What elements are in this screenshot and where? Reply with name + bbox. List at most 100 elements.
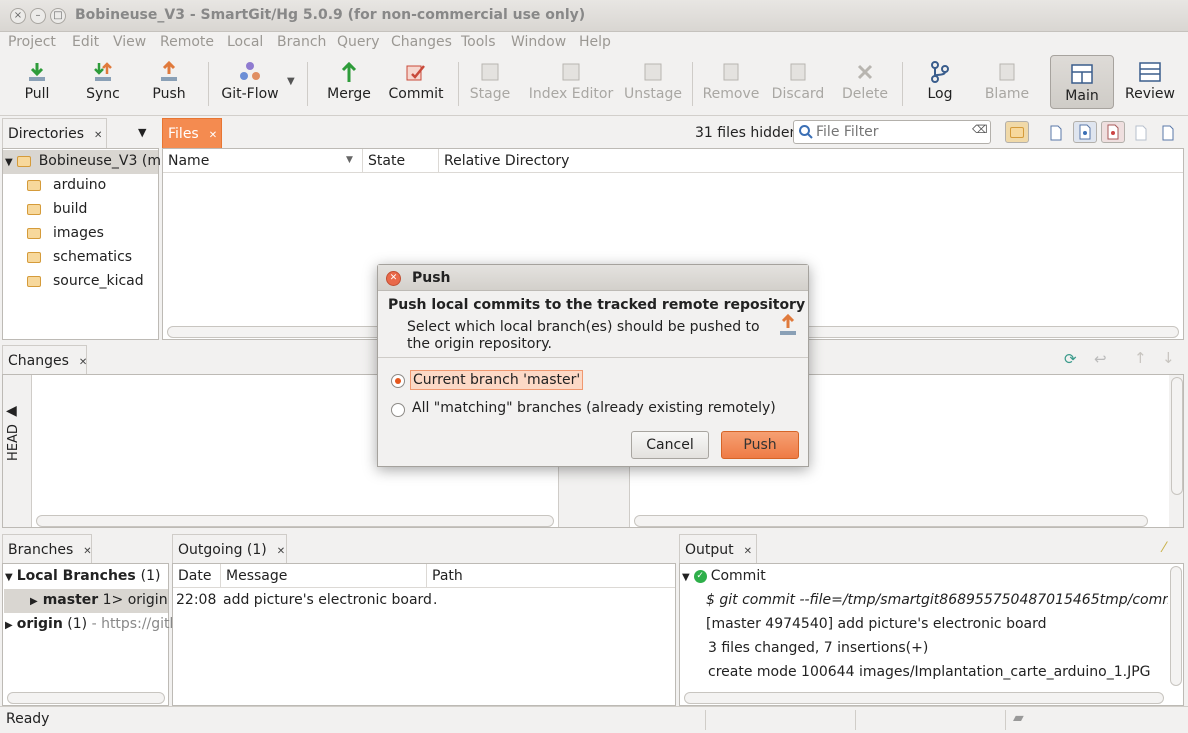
column-date[interactable]: Date bbox=[173, 564, 221, 588]
file-filter-input[interactable] bbox=[816, 122, 966, 142]
remove-button[interactable]: Remove bbox=[702, 58, 760, 114]
local-branches-node[interactable]: ▼ Local Branches (1) bbox=[3, 565, 160, 589]
close-window-button[interactable]: × bbox=[10, 8, 26, 24]
show-ignored-files-icon[interactable] bbox=[1133, 125, 1149, 141]
close-tab-icon[interactable]: ✕ bbox=[744, 546, 752, 557]
menu-changes[interactable]: Changes bbox=[391, 34, 452, 50]
undo-icon[interactable]: ↩ bbox=[1094, 350, 1107, 368]
stage-button[interactable]: Stage bbox=[468, 58, 512, 114]
git-flow-button[interactable]: Git-Flow bbox=[218, 58, 282, 114]
blame-button[interactable]: Blame bbox=[980, 58, 1034, 114]
index-editor-button[interactable]: Index Editor bbox=[528, 58, 614, 114]
close-tab-icon[interactable]: ✕ bbox=[79, 357, 87, 368]
expand-arrow-icon[interactable]: ▼ bbox=[682, 572, 690, 583]
pull-button[interactable]: Pull bbox=[14, 58, 60, 114]
refresh-icon[interactable]: ⟳ bbox=[1064, 350, 1077, 368]
menu-edit[interactable]: Edit bbox=[72, 34, 99, 50]
cancel-button[interactable]: Cancel bbox=[631, 431, 709, 459]
unstage-button[interactable]: Unstage bbox=[624, 58, 682, 114]
expand-arrow-icon[interactable]: ▶ bbox=[30, 596, 38, 607]
show-modified-files-toggle[interactable] bbox=[1073, 121, 1097, 143]
radio-current-branch[interactable] bbox=[391, 374, 405, 388]
merge-button[interactable]: Merge bbox=[322, 58, 376, 114]
directory-item[interactable]: arduino bbox=[3, 174, 106, 198]
menu-view[interactable]: View bbox=[113, 34, 146, 50]
menu-local[interactable]: Local bbox=[227, 34, 263, 50]
dialog-title-bar: ✕ Push bbox=[378, 265, 808, 291]
menu-branch[interactable]: Branch bbox=[277, 34, 326, 50]
column-relative-directory[interactable]: Relative Directory bbox=[439, 149, 1183, 173]
push-icon bbox=[161, 60, 177, 81]
tab-output[interactable]: Output ✕ bbox=[679, 534, 757, 564]
option-matching-branches[interactable]: All "matching" branches (already existin… bbox=[390, 399, 790, 421]
menu-window[interactable]: Window bbox=[511, 34, 566, 50]
menu-help[interactable]: Help bbox=[579, 34, 611, 50]
push-icon bbox=[780, 313, 796, 335]
branches-scrollbar[interactable] bbox=[7, 692, 165, 704]
expand-arrow-icon[interactable]: ▶ bbox=[5, 620, 13, 631]
expand-arrow-icon[interactable]: ▼ bbox=[5, 572, 13, 583]
menu-query[interactable]: Query bbox=[337, 34, 380, 50]
directory-item[interactable]: images bbox=[3, 222, 104, 246]
close-tab-icon[interactable]: ✕ bbox=[209, 130, 217, 141]
close-tab-icon[interactable]: ✕ bbox=[277, 546, 285, 557]
clear-filter-icon[interactable]: ⌫ bbox=[972, 123, 988, 136]
close-tab-icon[interactable]: ✕ bbox=[94, 130, 102, 141]
output-group-commit[interactable]: ▼ ✓ Commit bbox=[680, 565, 766, 589]
option-current-branch[interactable]: Current branch 'master' bbox=[390, 370, 590, 392]
dialog-close-button[interactable]: ✕ bbox=[386, 271, 401, 286]
column-name[interactable]: Name ▼ bbox=[163, 149, 363, 173]
table-row[interactable]: 22:08 add picture's electronic board . bbox=[173, 589, 675, 613]
menu-tools[interactable]: Tools bbox=[461, 34, 496, 50]
push-button[interactable]: Push bbox=[721, 431, 799, 459]
git-flow-dropdown-icon[interactable]: ▼ bbox=[287, 76, 295, 87]
log-icon bbox=[931, 61, 949, 83]
left-editor-scrollbar[interactable] bbox=[36, 515, 554, 527]
tab-directories[interactable]: Directories ✕ bbox=[2, 118, 107, 148]
branch-master[interactable]: ▶ master 1> origin bbox=[4, 589, 168, 613]
review-perspective-button[interactable]: Review bbox=[1122, 58, 1178, 114]
show-assumed-unchanged-files-icon[interactable] bbox=[1160, 125, 1176, 141]
right-editor-scrollbar[interactable] bbox=[634, 515, 1148, 527]
changes-vertical-scrollbar[interactable] bbox=[1171, 377, 1183, 495]
discard-button[interactable]: Discard bbox=[770, 58, 826, 114]
previous-change-icon[interactable]: ↑ bbox=[1134, 349, 1147, 367]
directory-item[interactable]: build bbox=[3, 198, 87, 222]
expand-left-icon[interactable]: ◀ bbox=[6, 403, 17, 419]
output-horizontal-scrollbar[interactable] bbox=[684, 692, 1164, 704]
log-button[interactable]: Log bbox=[918, 58, 962, 114]
main-perspective-button[interactable]: Main bbox=[1050, 55, 1114, 109]
tab-branches[interactable]: Branches ✕ bbox=[2, 534, 92, 564]
delete-button[interactable]: Delete bbox=[840, 58, 890, 114]
maximize-window-button[interactable]: □ bbox=[50, 8, 66, 24]
show-folders-toggle[interactable] bbox=[1005, 121, 1029, 143]
directory-item[interactable]: schematics bbox=[3, 246, 132, 270]
directory-root[interactable]: ▼ Bobineuse_V3 (m bbox=[3, 150, 161, 174]
minimize-window-button[interactable]: – bbox=[30, 8, 46, 24]
show-untracked-files-toggle[interactable] bbox=[1101, 121, 1125, 143]
tab-outgoing[interactable]: Outgoing (1) ✕ bbox=[172, 534, 287, 564]
column-path[interactable]: Path bbox=[427, 564, 675, 588]
menu-remote[interactable]: Remote bbox=[160, 34, 214, 50]
tab-changes[interactable]: Changes ✕ bbox=[2, 345, 87, 375]
close-tab-icon[interactable]: ✕ bbox=[83, 546, 91, 557]
push-button[interactable]: Push bbox=[146, 58, 192, 114]
menu-project[interactable]: Project bbox=[8, 34, 56, 50]
directories-menu-icon[interactable]: ▼ bbox=[138, 126, 146, 139]
file-filter-field[interactable]: ⌫ bbox=[793, 120, 991, 144]
clear-output-icon[interactable]: ⁄ bbox=[1163, 540, 1165, 556]
column-message[interactable]: Message bbox=[221, 564, 427, 588]
remote-origin-node[interactable]: ▶ origin (1) - https://gith bbox=[3, 613, 178, 637]
tab-files[interactable]: Files ✕ bbox=[162, 118, 222, 148]
show-unchanged-files-icon[interactable] bbox=[1048, 125, 1064, 141]
success-check-icon: ✓ bbox=[693, 569, 707, 583]
directory-item[interactable]: source_kicad bbox=[3, 270, 144, 294]
notifications-icon[interactable]: ▰ bbox=[1013, 710, 1024, 726]
output-vertical-scrollbar[interactable] bbox=[1170, 566, 1182, 686]
sync-button[interactable]: Sync bbox=[80, 58, 126, 114]
expand-arrow-icon[interactable]: ▼ bbox=[5, 157, 13, 168]
next-change-icon[interactable]: ↓ bbox=[1162, 349, 1175, 367]
column-state[interactable]: State bbox=[363, 149, 439, 173]
radio-matching-branches[interactable] bbox=[391, 403, 405, 417]
commit-button[interactable]: Commit bbox=[386, 58, 446, 114]
